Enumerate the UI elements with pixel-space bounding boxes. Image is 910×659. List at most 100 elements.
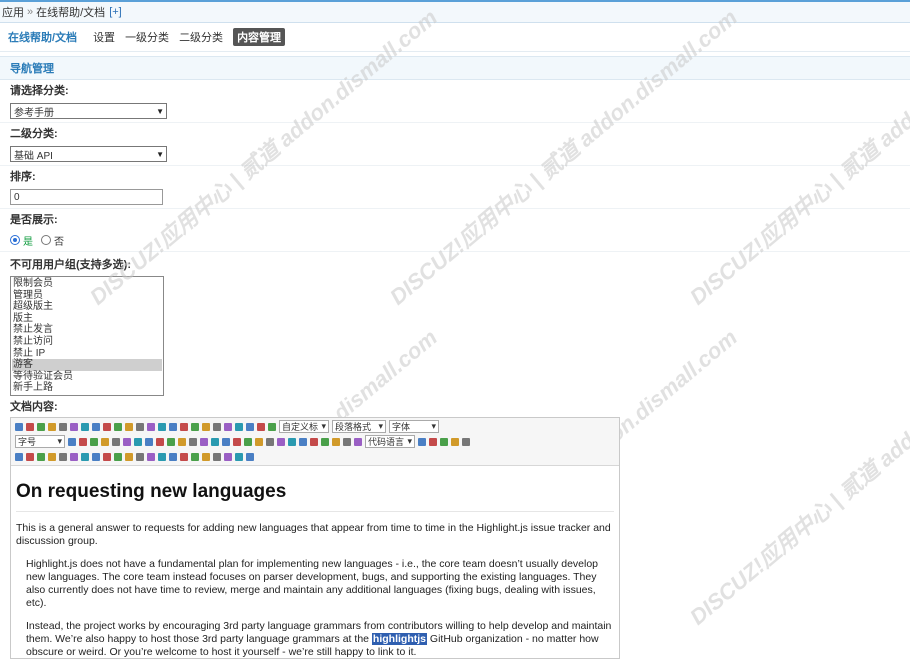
justify-full-icon[interactable] xyxy=(134,437,142,446)
list-item[interactable]: 限制会员 xyxy=(12,278,162,290)
insert-table-icon[interactable] xyxy=(59,452,67,461)
ordered-list-icon[interactable] xyxy=(202,422,210,431)
help-icon[interactable] xyxy=(246,452,254,461)
time-icon[interactable] xyxy=(15,452,23,461)
delete-row-icon[interactable] xyxy=(103,452,111,461)
image-center-icon[interactable] xyxy=(233,437,241,446)
insert-image-icon[interactable] xyxy=(255,437,263,446)
eraser-icon[interactable] xyxy=(136,422,144,431)
template-icon[interactable] xyxy=(429,437,437,446)
link-icon[interactable] xyxy=(167,437,175,446)
list-item[interactable]: 超级版主 xyxy=(12,301,162,313)
editor-content[interactable]: On requesting new languages This is a ge… xyxy=(11,481,619,658)
show-no-radio[interactable]: 否 xyxy=(41,233,64,248)
underline-icon[interactable] xyxy=(70,422,78,431)
preview-icon[interactable] xyxy=(213,452,221,461)
code-language-select[interactable]: 代码语言 ▾ xyxy=(365,435,415,448)
tab-level1-category[interactable]: 一级分类 xyxy=(125,29,169,45)
scrawl-icon[interactable] xyxy=(277,437,285,446)
print-icon[interactable] xyxy=(202,452,210,461)
auto-format-icon[interactable] xyxy=(147,422,155,431)
list-item[interactable]: 管理员 xyxy=(12,290,162,302)
merge-down-icon[interactable] xyxy=(158,452,166,461)
search-replace-icon[interactable] xyxy=(224,452,232,461)
direction-ltr-icon[interactable] xyxy=(68,437,76,446)
horizontal-icon[interactable] xyxy=(451,437,459,446)
insert-frame-icon[interactable] xyxy=(343,437,351,446)
anchor-icon[interactable] xyxy=(189,437,197,446)
split-rows-icon[interactable] xyxy=(180,452,188,461)
attachment-icon[interactable] xyxy=(310,437,318,446)
highlight-color-icon[interactable] xyxy=(191,422,199,431)
justify-right-icon[interactable] xyxy=(123,437,131,446)
unlink-icon[interactable] xyxy=(178,437,186,446)
delete-table-icon[interactable] xyxy=(70,452,78,461)
quote-icon[interactable] xyxy=(158,422,166,431)
superscript-icon[interactable] xyxy=(103,422,111,431)
map-icon[interactable] xyxy=(321,437,329,446)
music-icon[interactable] xyxy=(299,437,307,446)
subscript-icon[interactable] xyxy=(114,422,122,431)
image-left-icon[interactable] xyxy=(211,437,219,446)
paragraph-format-select[interactable]: 段落格式 ▾ xyxy=(332,420,386,433)
tab-content-management[interactable]: 内容管理 xyxy=(233,28,286,46)
to-upper-icon[interactable] xyxy=(145,437,153,446)
image-none-icon[interactable] xyxy=(200,437,208,446)
justify-left-icon[interactable] xyxy=(101,437,109,446)
gmap-icon[interactable] xyxy=(332,437,340,446)
insert-row-icon[interactable] xyxy=(92,452,100,461)
page-break-icon[interactable] xyxy=(418,437,426,446)
italic-icon[interactable] xyxy=(59,422,67,431)
paste-plain-icon[interactable] xyxy=(169,422,177,431)
drafts-icon[interactable] xyxy=(235,452,243,461)
custom-style-select[interactable]: 自定义标 ▾ xyxy=(279,420,329,433)
list-item[interactable]: 版主 xyxy=(12,313,162,325)
redo-icon[interactable] xyxy=(37,422,45,431)
list-item[interactable]: 禁止发言 xyxy=(12,324,162,336)
special-char-icon[interactable] xyxy=(26,452,34,461)
unordered-list-icon[interactable] xyxy=(213,422,221,431)
breadcrumb-root[interactable]: 应用 xyxy=(2,4,24,20)
tab-settings[interactable]: 设置 xyxy=(93,29,115,45)
tab-level2-category[interactable]: 二级分类 xyxy=(179,29,223,45)
insert-col-icon[interactable] xyxy=(114,452,122,461)
justify-center-icon[interactable] xyxy=(112,437,120,446)
snapscreen-icon[interactable] xyxy=(48,452,56,461)
simple-upload-icon[interactable] xyxy=(244,437,252,446)
insert-code-icon[interactable] xyxy=(354,437,362,446)
row-spacing-top-icon[interactable] xyxy=(246,422,254,431)
list-item[interactable]: 等待验证会员 xyxy=(12,371,162,383)
list-item-selected[interactable]: 游客 xyxy=(12,359,162,371)
bold-icon[interactable] xyxy=(48,422,56,431)
delete-col-icon[interactable] xyxy=(125,452,133,461)
insert-paragraph-icon[interactable] xyxy=(81,452,89,461)
subcategory-select[interactable]: 基础 API ▼ xyxy=(10,146,167,162)
indent-icon[interactable] xyxy=(90,437,98,446)
image-right-icon[interactable] xyxy=(222,437,230,446)
date-icon[interactable] xyxy=(462,437,470,446)
list-item[interactable]: 禁止 IP xyxy=(12,348,162,360)
clear-doc-icon[interactable] xyxy=(235,422,243,431)
wordimage-icon[interactable] xyxy=(37,452,45,461)
show-yes-radio[interactable]: 是 xyxy=(10,233,33,248)
subnav-title[interactable]: 在线帮助/文档 xyxy=(8,29,77,45)
list-item[interactable]: 新手上路 xyxy=(12,382,162,394)
list-item[interactable]: 禁止访问 xyxy=(12,336,162,348)
font-size-select[interactable]: 字号 ▾ xyxy=(15,435,65,448)
background-icon[interactable] xyxy=(440,437,448,446)
add-shortcut-button[interactable]: [+] xyxy=(109,6,122,18)
emotion-icon[interactable] xyxy=(266,437,274,446)
font-border-icon[interactable] xyxy=(81,422,89,431)
order-input[interactable]: 0 xyxy=(10,189,163,205)
merge-right-icon[interactable] xyxy=(147,452,155,461)
split-cols-icon[interactable] xyxy=(191,452,199,461)
split-cells-icon[interactable] xyxy=(169,452,177,461)
strikethrough-icon[interactable] xyxy=(92,422,100,431)
merge-cells-icon[interactable] xyxy=(136,452,144,461)
font-color-icon[interactable] xyxy=(180,422,188,431)
category-select[interactable]: 参考手册 ▼ xyxy=(10,103,167,119)
font-family-select[interactable]: 字体 ▾ xyxy=(389,420,439,433)
direction-rtl-icon[interactable] xyxy=(79,437,87,446)
row-spacing-bottom-icon[interactable] xyxy=(257,422,265,431)
line-height-icon[interactable] xyxy=(268,422,276,431)
